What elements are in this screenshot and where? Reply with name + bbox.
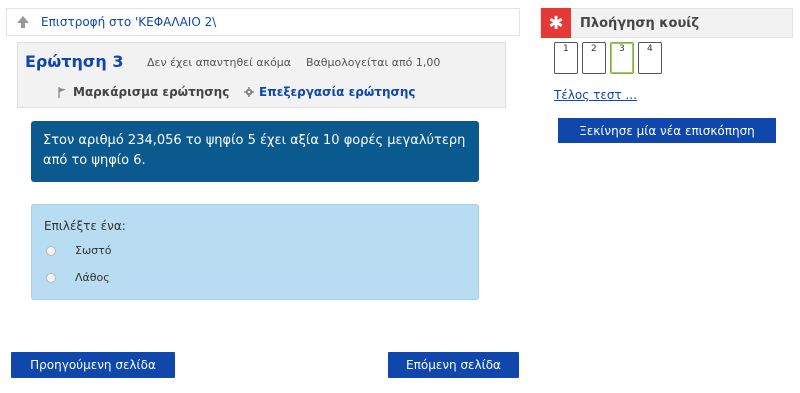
- question-number-value: 3: [112, 52, 124, 71]
- arrow-up-icon: [17, 16, 29, 28]
- answer-option-label: Λάθος: [75, 271, 110, 284]
- quiz-nav-button-1[interactable]: 1: [554, 42, 578, 74]
- radio-button[interactable]: [46, 272, 56, 283]
- question-number-prefix: Ερώτηση: [25, 52, 107, 71]
- question-info: Ερώτηση 3 Δεν έχει απαντηθεί ακόμα Βαθμο…: [17, 42, 506, 108]
- quiz-nav-button-3[interactable]: 3: [610, 42, 634, 74]
- previous-page-button[interactable]: Προηγούμενη σελίδα: [11, 352, 175, 378]
- question-text: Στον αριθμό 234,056 το ψηφίο 5 έχει αξία…: [31, 121, 479, 182]
- radio-button[interactable]: [46, 245, 56, 256]
- gear-icon: [244, 87, 254, 97]
- quiz-nav-button-label: 3: [619, 44, 625, 54]
- finish-attempt-link[interactable]: Τέλος τεστ ...: [554, 88, 637, 102]
- flag-icon: [58, 86, 66, 98]
- start-new-attempt-button[interactable]: Ξεκίνησε μία νέα επισκόπηση: [558, 118, 776, 143]
- flag-question-button[interactable]: Μαρκάρισμα ερώτησης: [58, 85, 229, 99]
- back-link[interactable]: Επιστροφή στο 'ΚΕΦΑΛΑΙΟ 2\: [41, 15, 216, 29]
- edit-question-link[interactable]: Επεξεργασία ερώτησης: [244, 85, 416, 99]
- quiz-nav-button-4[interactable]: 4: [638, 42, 662, 74]
- quiz-nav-button-label: 4: [647, 44, 653, 54]
- asterisk-icon: ✱: [541, 8, 571, 38]
- answer-option-true[interactable]: Σωστό: [46, 244, 112, 257]
- question-number: Ερώτηση 3: [25, 52, 123, 71]
- edit-question-label: Επεξεργασία ερώτησης: [259, 85, 416, 99]
- quiz-navigation-block: ✱ Πλοήγηση κουίζ 1 2 3 4 Τέλος τεστ ... …: [540, 8, 793, 143]
- answer-prompt: Επιλέξτε ένα:: [44, 219, 126, 233]
- quiz-navigation-header: ✱ Πλοήγηση κουίζ: [540, 8, 793, 38]
- answer-option-false[interactable]: Λάθος: [46, 271, 110, 284]
- question-state: Δεν έχει απαντηθεί ακόμα: [147, 56, 292, 69]
- answer-option-label: Σωστό: [75, 244, 112, 257]
- back-bar: Επιστροφή στο 'ΚΕΦΑΛΑΙΟ 2\: [6, 8, 520, 36]
- quiz-nav-button-2[interactable]: 2: [582, 42, 606, 74]
- flag-question-label: Μαρκάρισμα ερώτησης: [73, 85, 230, 99]
- question-grade: Βαθμολογείται από 1,00: [306, 56, 441, 69]
- quiz-navigation-title: Πλοήγηση κουίζ: [580, 15, 699, 31]
- answer-box: Επιλέξτε ένα: Σωστό Λάθος: [31, 204, 479, 300]
- quiz-nav-button-label: 1: [563, 44, 569, 54]
- quiz-question-buttons: 1 2 3 4: [554, 42, 666, 74]
- next-page-button[interactable]: Επόμενη σελίδα: [388, 352, 519, 378]
- quiz-nav-button-label: 2: [591, 44, 597, 54]
